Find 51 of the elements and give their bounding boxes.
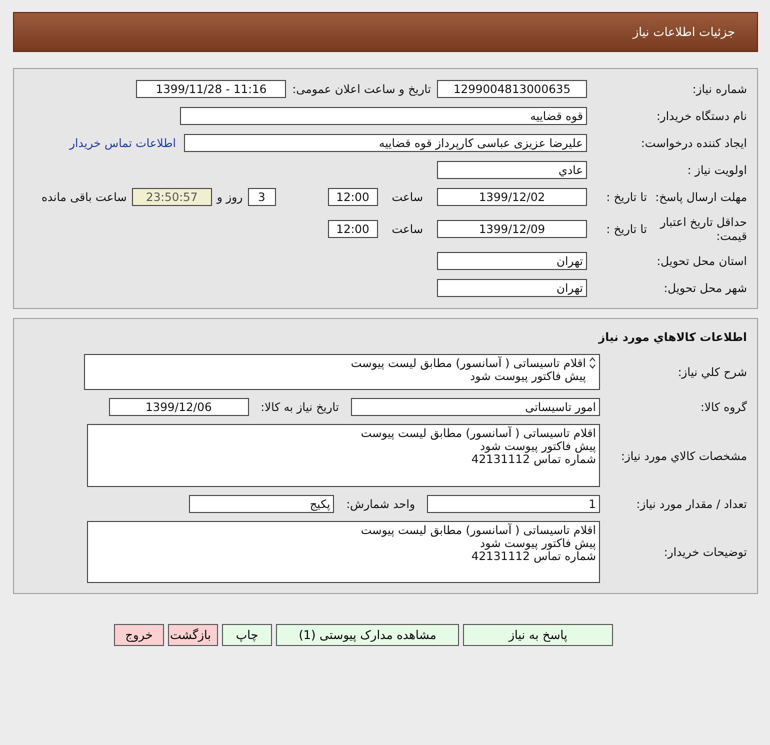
text-field[interactable]: 12:00 xyxy=(328,188,378,206)
text-field[interactable]: قوه قضاییه xyxy=(180,107,587,125)
action-button[interactable]: مشاهده مدارک پیوستی (1) xyxy=(276,624,459,646)
text-field[interactable]: 1399/12/02 xyxy=(437,188,587,206)
text-field[interactable]: علیرضا عزیزی عباسی کارپرداز قوه قضاییه xyxy=(184,134,587,152)
text-field[interactable]: 1399/12/06 xyxy=(108,398,249,416)
text-field[interactable]: امور تاسیساتی xyxy=(351,398,600,416)
text-field[interactable]: 1399/11/28 - 11:16 xyxy=(136,80,286,98)
field-label: شماره نیاز: xyxy=(691,82,747,96)
field-label: تاریخ و ساعت اعلان عمومی: xyxy=(292,82,431,96)
field-label: مشخصات کالاي مورد نياز: xyxy=(620,448,747,462)
action-button[interactable]: بازگشت xyxy=(168,624,218,646)
text-area[interactable]: اقلام تاسیساتی ( آسانسور) مطابق لیست پیوست پیش فاکتور پیوست شود xyxy=(84,354,600,390)
field-label: مهلت ارسال پاسخ: xyxy=(654,190,747,204)
field-label: تا تاریخ : xyxy=(605,222,647,236)
text-field[interactable]: 1 xyxy=(427,495,600,513)
text-field[interactable]: 1299004813000635 xyxy=(437,80,587,98)
text-field[interactable]: 12:00 xyxy=(328,220,378,238)
text-field[interactable]: پکیج xyxy=(189,495,334,513)
text-field[interactable]: 1399/12/09 xyxy=(437,220,587,238)
field-label: گروه کالا: xyxy=(700,400,747,414)
text-area[interactable]: اقلام تاسیساتی ( آسانسور) مطابق لیست پیوست پیش فاکتور پیوست شود شماره تماس 42131112 xyxy=(87,424,600,487)
field-label: ایجاد کننده درخواست: xyxy=(640,136,747,150)
field-label: روز و xyxy=(216,190,243,204)
field-label: ساعت باقی مانده xyxy=(42,190,127,204)
field-label: نام دستگاه خریدار: xyxy=(655,109,747,123)
field-label: شرح کلي نياز: xyxy=(676,365,747,379)
action-button[interactable]: پاسخ به نیاز xyxy=(463,624,613,646)
field-label: تعداد / مقدار مورد نیاز: xyxy=(635,497,747,511)
scroll-arrows-icon[interactable] xyxy=(589,357,596,369)
text-area[interactable]: اقلام تاسیساتی ( آسانسور) مطابق لیست پیوست پیش فاکتور پیوست شود شماره تماس 42131112 xyxy=(87,521,600,583)
field-label: شهر محل تحویل: xyxy=(662,281,747,295)
action-button[interactable]: چاپ xyxy=(222,624,272,646)
text-field[interactable]: عادي xyxy=(437,161,587,179)
field-label: تا تاریخ : xyxy=(605,190,647,204)
page-title: جزئیات اطلاعات نیاز xyxy=(632,25,735,39)
text-field[interactable]: 23:50:57 xyxy=(132,188,212,206)
field-label: ساعت xyxy=(392,222,423,236)
field-label: اطلاعات کالاهاي مورد نياز xyxy=(597,330,747,344)
text-field[interactable]: 3 xyxy=(248,188,276,206)
text-field[interactable]: تهران xyxy=(437,252,587,270)
field-label: توضیحات خریدار: xyxy=(662,545,747,559)
action-button[interactable]: خروج xyxy=(114,624,164,646)
field-label: تاریخ نیاز به کالا: xyxy=(260,400,339,414)
field-label: استان محل تحویل: xyxy=(656,254,747,268)
buyer-contact-link[interactable]: اطلاعات تماس خریدار xyxy=(69,136,176,150)
field-label: واحد شمارش: xyxy=(346,497,415,511)
field-label: ساعت xyxy=(392,190,423,204)
field-label: حداقل تاریخ اعتبار قیمت: xyxy=(658,215,747,243)
text-field[interactable]: تهران xyxy=(437,279,587,297)
field-label: اولویت نیاز : xyxy=(686,163,747,177)
